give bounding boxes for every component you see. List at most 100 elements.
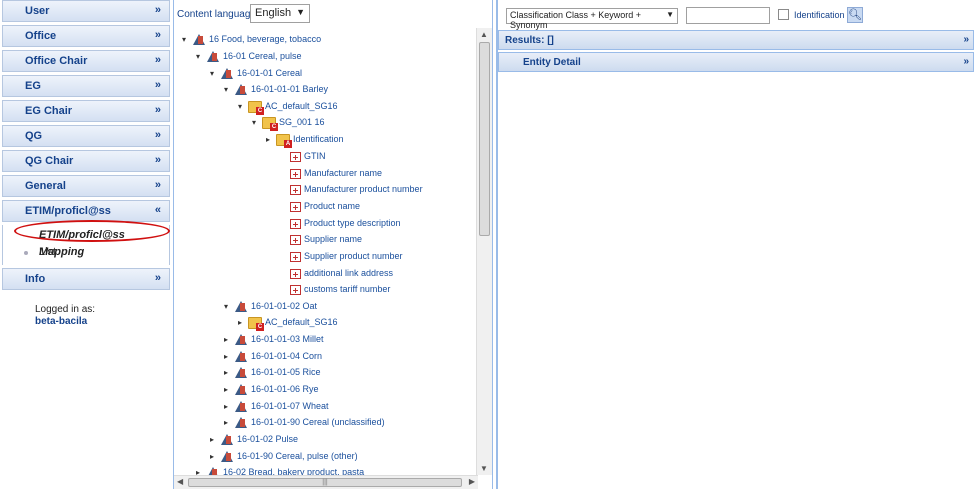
nav-section-label: QG Chair bbox=[25, 155, 74, 167]
tree-expander-icon[interactable]: ▾ bbox=[238, 99, 248, 115]
tree-node[interactable]: ▾ 16-01-01 Cereal bbox=[210, 65, 302, 81]
tree-expander-icon[interactable]: ▸ bbox=[224, 399, 234, 415]
tree-expander-icon[interactable]: ▸ bbox=[224, 382, 234, 398]
tree-expander-icon[interactable]: ▾ bbox=[210, 66, 220, 82]
nav-section-etim-proficl-ss[interactable]: ETIM/proficl@ss « bbox=[2, 200, 170, 222]
tree-node[interactable]: ▾ SG_001 16 bbox=[252, 114, 325, 131]
tree-node-label: AC_default_SG16 bbox=[265, 317, 338, 327]
identification-checkbox[interactable] bbox=[778, 9, 789, 20]
tree-node[interactable]: ▾ 16-01 Cereal, pulse bbox=[196, 48, 302, 64]
search-mode-select[interactable]: Classification Class + Keyword + Synonym… bbox=[506, 8, 678, 30]
tree-expander-icon[interactable]: ▾ bbox=[182, 32, 192, 48]
collapse-icon[interactable]: » bbox=[963, 56, 969, 67]
submenu-item-list[interactable]: List bbox=[3, 244, 169, 261]
nav-section-qg[interactable]: QG » bbox=[2, 125, 170, 147]
tree-node[interactable]: ▾ AC_default_SG16 bbox=[238, 98, 338, 115]
results-header[interactable]: Results: [] » bbox=[498, 30, 974, 50]
keyword-search-input[interactable] bbox=[686, 7, 770, 24]
chevron-icon[interactable]: « bbox=[155, 204, 161, 216]
nav-section-eg[interactable]: EG » bbox=[2, 75, 170, 97]
scroll-up-icon[interactable]: ▲ bbox=[480, 30, 488, 39]
chevron-icon[interactable]: » bbox=[155, 179, 161, 191]
tree-node[interactable]: ▸ 16-01-02 Pulse bbox=[210, 431, 298, 447]
nav-section-info[interactable]: Info » bbox=[2, 268, 170, 290]
results-title: Results: [] bbox=[505, 35, 554, 46]
tree-expander-icon[interactable]: ▸ bbox=[224, 415, 234, 431]
chevron-icon[interactable]: » bbox=[155, 79, 161, 91]
tree-node[interactable]: ▸ 16-01-01-04 Corn bbox=[224, 348, 322, 364]
scroll-left-icon[interactable]: ◀ bbox=[177, 477, 183, 486]
chevron-icon[interactable]: » bbox=[155, 29, 161, 41]
tree-node[interactable]: ▸ Identification bbox=[266, 131, 344, 148]
login-label: Logged in as: bbox=[35, 304, 96, 315]
tree-expander-icon[interactable]: ▾ bbox=[224, 299, 234, 315]
chevron-down-icon: ▼ bbox=[296, 7, 305, 17]
scroll-down-icon[interactable]: ▼ bbox=[480, 464, 488, 473]
nav-section-qg-chair[interactable]: QG Chair » bbox=[2, 150, 170, 172]
entity-detail-header[interactable]: Entity Detail » bbox=[498, 52, 974, 72]
tree-expander-icon[interactable]: ▸ bbox=[224, 349, 234, 365]
tree-vertical-scrollbar[interactable]: ▲ ▼ bbox=[476, 28, 492, 475]
tree-expander-icon[interactable]: ▾ bbox=[224, 82, 234, 98]
chevron-icon[interactable]: » bbox=[155, 129, 161, 141]
tree-expander-icon[interactable]: ▸ bbox=[266, 132, 276, 148]
tree-node[interactable]: ▸ 16-01-01-05 Rice bbox=[224, 364, 321, 380]
tree-expander-icon[interactable]: ▸ bbox=[210, 449, 220, 465]
tree-node[interactable]: ▸ 16-01-01-07 Wheat bbox=[224, 398, 329, 414]
nav-section-general[interactable]: General » bbox=[2, 175, 170, 197]
tree-node[interactable]: Product type description bbox=[290, 215, 401, 231]
tree-node[interactable]: ▾ 16-01-01-01 Barley bbox=[224, 81, 328, 97]
tree-expander-icon[interactable]: ▸ bbox=[224, 365, 234, 381]
tree-node[interactable]: additional link address bbox=[290, 265, 393, 281]
tree-node-label: Product name bbox=[304, 201, 361, 211]
tree-node[interactable]: GTIN bbox=[290, 148, 326, 164]
tree-node[interactable]: ▸ 16-01-01-06 Rye bbox=[224, 381, 319, 397]
submenu-item-etim-mapping[interactable]: ETIM/proficl@ss Mapping bbox=[3, 227, 169, 258]
tree-horizontal-scrollbar[interactable]: ◀ ||| ▶ bbox=[174, 475, 478, 489]
tree-node[interactable]: Supplier name bbox=[290, 231, 362, 247]
tree-node-label: Manufacturer name bbox=[304, 168, 383, 178]
tree-node[interactable]: Product name bbox=[290, 198, 360, 214]
tree-expander-icon[interactable]: ▾ bbox=[252, 115, 262, 131]
tree-node[interactable]: ▾ 16 Food, beverage, tobacco bbox=[182, 31, 321, 47]
tree-node[interactable]: ▸ 16-01-01-90 Cereal (unclassified) bbox=[224, 414, 385, 430]
tree-node[interactable]: ▸ 16-01-90 Cereal, pulse (other) bbox=[210, 448, 358, 464]
tree-node-label: 16-01-01-04 Corn bbox=[251, 351, 323, 361]
tree-panel: Content language English ▼ ▾ 16 Food, bev… bbox=[173, 0, 493, 489]
class-icon bbox=[206, 466, 220, 475]
nav-section-office-chair[interactable]: Office Chair » bbox=[2, 50, 170, 72]
tree-node[interactable]: ▸ 16-02 Bread, bakery product, pasta bbox=[196, 464, 364, 475]
scroll-right-icon[interactable]: ▶ bbox=[469, 477, 475, 486]
collapse-icon[interactable]: » bbox=[963, 34, 969, 45]
nav-section-office[interactable]: Office » bbox=[2, 25, 170, 47]
tree-node[interactable]: ▸ AC_default_SG16 bbox=[238, 314, 338, 331]
search-bar: Classification Class + Keyword + Synonym… bbox=[498, 0, 974, 30]
nav-section-eg-chair[interactable]: EG Chair » bbox=[2, 100, 170, 122]
bullet-icon bbox=[24, 251, 28, 255]
chevron-icon[interactable]: » bbox=[155, 104, 161, 116]
tree-expander-icon[interactable]: ▸ bbox=[224, 332, 234, 348]
scroll-thumb[interactable] bbox=[479, 42, 490, 236]
tree-node[interactable]: ▾ 16-01-01-02 Oat bbox=[224, 298, 317, 314]
tree-node[interactable]: Manufacturer product number bbox=[290, 181, 423, 197]
content-language-select[interactable]: English ▼ bbox=[250, 4, 310, 23]
chevron-icon[interactable]: » bbox=[155, 4, 161, 16]
property-icon bbox=[290, 218, 301, 229]
tree-expander-icon[interactable]: ▸ bbox=[238, 315, 248, 331]
tree-node[interactable]: Manufacturer name bbox=[290, 165, 382, 181]
accordion-nav: User » Office » Office Chair » EG » EG C… bbox=[0, 0, 172, 489]
class-icon bbox=[220, 450, 234, 463]
search-button[interactable]: 🔍︎ bbox=[847, 7, 863, 23]
tree-expander-icon[interactable]: ▾ bbox=[196, 49, 206, 65]
tree-node[interactable]: Supplier product number bbox=[290, 248, 403, 264]
chevron-icon[interactable]: » bbox=[155, 54, 161, 66]
nav-section-label: QG bbox=[25, 130, 43, 142]
tree-expander-icon[interactable]: ▸ bbox=[196, 465, 206, 475]
nav-section-user[interactable]: User » bbox=[2, 0, 170, 22]
tree-node[interactable]: ▸ 16-01-01-03 Millet bbox=[224, 331, 324, 347]
tree-node[interactable]: customs tariff number bbox=[290, 281, 390, 297]
chevron-icon[interactable]: » bbox=[155, 154, 161, 166]
tree-expander-icon[interactable]: ▸ bbox=[210, 432, 220, 448]
scroll-thumb-horizontal[interactable]: ||| bbox=[188, 478, 462, 487]
chevron-icon[interactable]: » bbox=[155, 272, 161, 284]
